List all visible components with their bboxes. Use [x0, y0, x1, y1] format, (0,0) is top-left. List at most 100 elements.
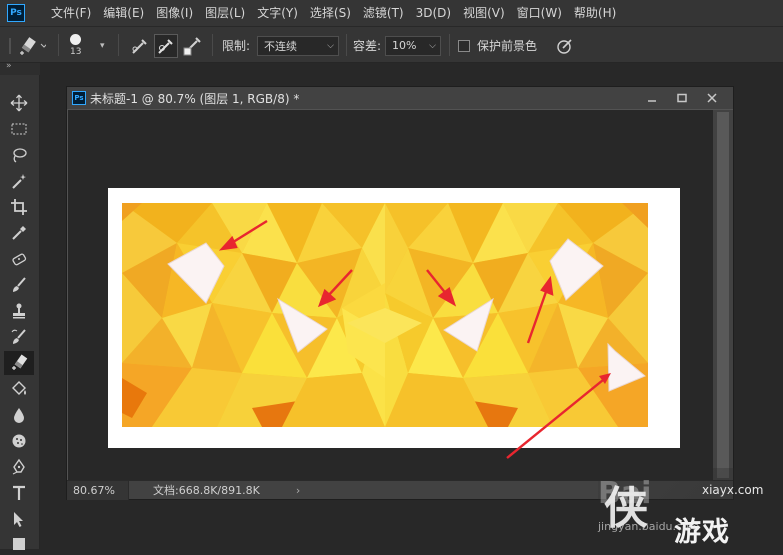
menu-filter[interactable]: 滤镜(T)	[357, 0, 410, 26]
separator	[212, 34, 213, 56]
brush-size-picker[interactable]: 13	[70, 27, 81, 64]
move-tool-icon	[10, 94, 28, 112]
paint-bucket-tool-icon	[12, 381, 26, 395]
menu-edit[interactable]: 编辑(E)	[97, 0, 150, 26]
red-arrow-annotation	[506, 373, 611, 459]
blur-tool-icon	[14, 408, 24, 423]
sponge-tool[interactable]	[4, 429, 34, 453]
type-tool-icon	[13, 485, 25, 500]
healing-brush-tool-icon	[12, 253, 27, 266]
magic-wand-tool[interactable]	[4, 169, 34, 193]
brush-tool-icon	[13, 277, 26, 292]
limit-select[interactable]: 不连续 ⌵	[257, 27, 339, 64]
separator	[118, 34, 119, 56]
watermark: Bai 侠 xiayx.com 游戏 jingyan.baidu.com	[598, 468, 783, 549]
brush-picker-chevron[interactable]: ▾	[98, 27, 105, 64]
tolerance-value: 10%	[392, 39, 417, 52]
paint-bucket-tool[interactable]	[4, 377, 34, 401]
limit-label: 限制:	[222, 39, 251, 53]
close-icon	[707, 93, 717, 103]
chevron-down-icon: ▾	[100, 40, 105, 51]
separator	[449, 34, 450, 56]
menu-bar: Ps 文件(F) 编辑(E) 图像(I) 图层(L) 文字(Y) 选择(S) 滤…	[0, 0, 783, 26]
sampling-continuous-button[interactable]	[128, 27, 152, 64]
options-bar: 13 ▾ 限制: 不连续 ⌵ 容差: 10% ⌵ 保护前景色	[0, 26, 783, 63]
watermark-url: xiayx.com	[702, 483, 764, 497]
path-selection-tool[interactable]	[4, 507, 34, 531]
tolerance-input[interactable]: 10% ⌵	[385, 27, 441, 64]
background-eraser-preset-icon	[9, 36, 46, 55]
pressure-size-button[interactable]	[556, 27, 574, 64]
menu-layer[interactable]: 图层(L)	[199, 0, 251, 26]
document-size-info: 文档:668.8K/891.8K	[153, 484, 260, 497]
checkbox-box	[458, 39, 470, 52]
crop-tool-icon	[11, 199, 27, 215]
maximize-button[interactable]	[667, 88, 697, 108]
menu-image[interactable]: 图像(I)	[150, 0, 199, 26]
blur-tool[interactable]	[4, 403, 34, 427]
protect-foreground-checkbox[interactable]: 保护前景色	[458, 27, 537, 64]
lasso-tool[interactable]	[4, 143, 34, 167]
rectangle-tool[interactable]	[4, 531, 34, 555]
photoshop-window: Ps 文件(F) 编辑(E) 图像(I) 图层(L) 文字(Y) 选择(S) 滤…	[0, 0, 783, 550]
history-brush-tool[interactable]	[4, 325, 34, 349]
zoom-level-value: 80.67%	[73, 483, 115, 497]
menu-3d[interactable]: 3D(D)	[410, 0, 457, 26]
sampling-once-button[interactable]	[154, 27, 178, 64]
document-window: Ps 未标题-1 @ 80.7% (图层 1, RGB/8) * 80.67% …	[66, 86, 734, 500]
menu-window[interactable]: 窗口(W)	[511, 0, 568, 26]
pen-tool[interactable]	[4, 455, 34, 479]
separator	[58, 34, 59, 56]
path-selection-tool-icon	[14, 512, 23, 527]
menu-view[interactable]: 视图(V)	[457, 0, 511, 26]
tolerance-label: 容差:	[353, 39, 382, 53]
background-eraser-tool-icon	[12, 354, 28, 370]
vertical-scrollbar[interactable]	[713, 110, 733, 480]
sampling-background-swatch-button[interactable]	[180, 27, 204, 64]
eyedropper-tool[interactable]	[4, 221, 34, 245]
clone-stamp-tool-icon	[13, 303, 25, 319]
brush-size-value: 13	[70, 47, 82, 57]
clone-stamp-tool[interactable]	[4, 299, 34, 323]
tool-preset-picker[interactable]	[6, 27, 46, 64]
brush-tip-icon	[70, 34, 82, 45]
toolbar	[0, 75, 40, 550]
menu-help[interactable]: 帮助(H)	[568, 0, 622, 26]
protect-foreground-label: 保护前景色	[477, 39, 538, 53]
status-info-chevron-icon[interactable]: ›	[296, 484, 300, 497]
pen-tool-icon	[12, 458, 25, 475]
close-button[interactable]	[697, 88, 727, 108]
type-tool[interactable]	[4, 481, 34, 505]
crop-tool[interactable]	[4, 195, 34, 219]
marquee-tool-icon	[11, 123, 27, 135]
minimize-icon	[648, 100, 656, 102]
document-image[interactable]	[108, 188, 680, 459]
minimize-button[interactable]	[637, 88, 667, 108]
canvas-area[interactable]	[68, 110, 713, 480]
move-tool[interactable]	[4, 91, 34, 115]
magic-wand-tool-icon	[12, 174, 26, 189]
lasso-tool-icon	[13, 148, 27, 163]
menu-select[interactable]: 选择(S)	[304, 0, 357, 26]
brush-tool[interactable]	[4, 273, 34, 297]
zoom-level-field[interactable]: 80.67%	[67, 480, 129, 500]
menu-file[interactable]: 文件(F)	[45, 0, 97, 26]
document-title: 未标题-1 @ 80.7% (图层 1, RGB/8) *	[90, 91, 300, 106]
scrollbar-thumb[interactable]	[717, 112, 729, 478]
background-eraser-tool[interactable]	[4, 351, 34, 375]
document-title-bar[interactable]: Ps 未标题-1 @ 80.7% (图层 1, RGB/8) *	[67, 87, 733, 109]
sampling-continuous-icon	[132, 38, 147, 54]
double-chevron-icon: »	[6, 61, 12, 71]
photoshop-logo-icon: Ps	[7, 4, 25, 22]
menu-type[interactable]: 文字(Y)	[251, 0, 304, 26]
watermark-subtext: jingyan.baidu.com	[598, 520, 700, 533]
separator	[346, 34, 347, 56]
chevron-down-icon: ⌵	[327, 40, 334, 51]
toolbar-collapse-strip[interactable]: »	[0, 61, 40, 75]
chevron-down-icon: ⌵	[429, 40, 436, 51]
healing-brush-tool[interactable]	[4, 247, 34, 271]
sponge-tool-icon	[12, 434, 26, 448]
history-brush-tool-icon	[11, 329, 26, 344]
marquee-tool[interactable]	[4, 117, 34, 141]
rectangle-tool-icon	[13, 538, 25, 550]
